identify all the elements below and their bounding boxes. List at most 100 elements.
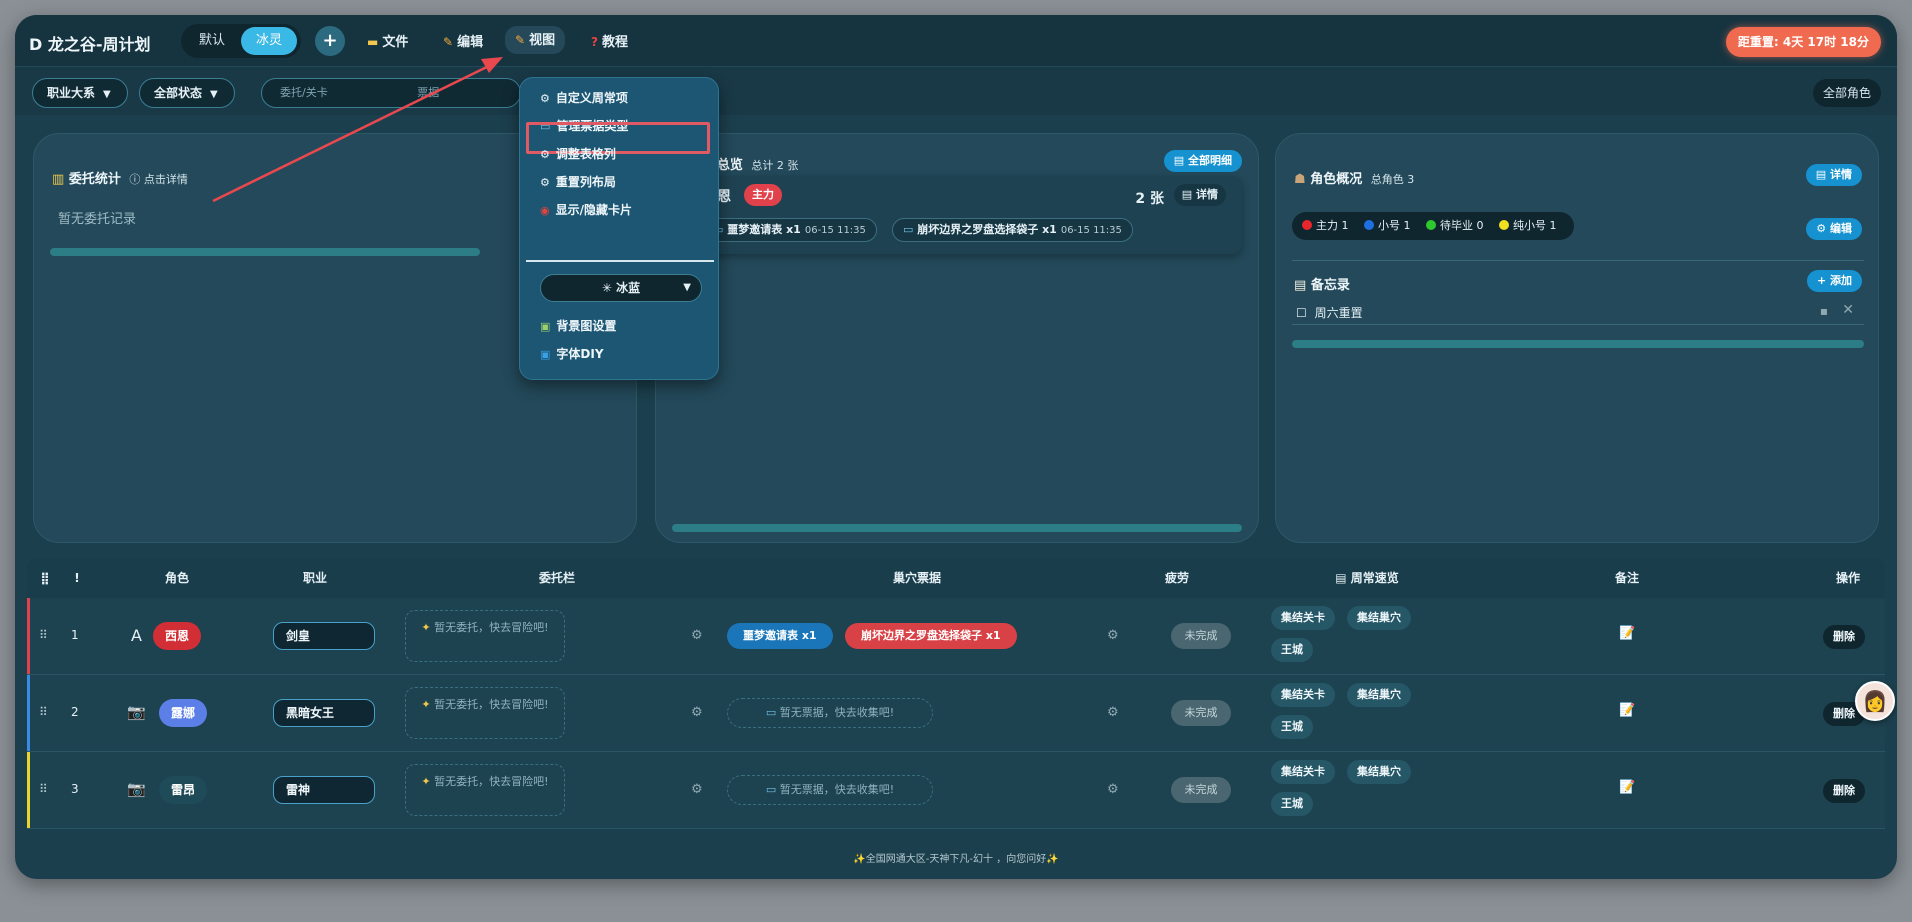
yellow-dot-icon [1499, 220, 1509, 230]
fatigue-status[interactable]: 未完成 [1171, 623, 1231, 649]
theme-select[interactable]: ✳ 冰蓝 ▼ [540, 274, 702, 302]
row-index: 3 [71, 782, 79, 796]
role-name-badge[interactable]: 雷昂 [159, 776, 208, 804]
role-overview-title: ☗ 角色概况 总角色 3 [1294, 172, 1415, 187]
delete-button[interactable]: 删除 [1823, 625, 1865, 649]
weekly-tag[interactable]: 集结关卡 [1271, 760, 1335, 784]
sparkle-icon: ✦ [421, 621, 431, 634]
gear-icon[interactable]: ⚙ [1107, 705, 1119, 720]
sparkle-icon: ✦ [421, 698, 431, 711]
app-title: D 龙之谷-周计划 [29, 35, 151, 54]
menu-tutorial[interactable]: ? 教程 [591, 30, 628, 54]
gear-icon: ⚙ [540, 148, 550, 161]
reset-countdown-badge: 距重置: 4天 17时 18分 [1725, 27, 1881, 57]
ticket-chip: ▭ 噩梦邀请表 x106-15 11:35 [702, 218, 877, 242]
role-avatar-icon: A [131, 626, 142, 645]
role-legend: 主力 1 小号 1 待毕业 0 纯小号 1 [1292, 212, 1574, 240]
legend-pure-alt: 纯小号 1 [1499, 219, 1557, 232]
table-row: ⠿ 3 📷 雷昂 雷神 ✦ 暂无委托，快去冒险吧! ⚙ ▭ 暂无票据，快去收集吧… [27, 752, 1885, 829]
job-field[interactable]: 剑皇 [273, 622, 375, 650]
pencil-icon: ✎ [443, 35, 454, 49]
weekly-tag[interactable]: 集结关卡 [1271, 683, 1335, 707]
ticket-empty-box[interactable]: ▭ 暂无票据，快去收集吧! [727, 775, 933, 805]
memo-note-icon[interactable]: 📝 [1619, 626, 1635, 641]
menu-reset-layout[interactable]: ⚙ 重置列布局 [540, 170, 616, 194]
memo-title: ▤ 备忘录 [1294, 278, 1350, 293]
weekly-tag[interactable]: 集结巢穴 [1347, 683, 1411, 707]
note-icon: ▤ [1335, 571, 1347, 585]
ticket-badge[interactable]: 崩坏边界之罗盘选择袋子 x1 [845, 623, 1017, 649]
weekly-tag[interactable]: 王城 [1271, 715, 1313, 739]
gear-icon[interactable]: ⚙ [1107, 782, 1119, 797]
weekly-tag[interactable]: 王城 [1271, 638, 1313, 662]
add-role-button[interactable]: + [315, 26, 345, 56]
role-color-strip [27, 675, 30, 751]
ticket-badge[interactable]: 噩梦邀请表 x1 [727, 623, 833, 649]
gear-icon[interactable]: ⚙ [691, 782, 703, 797]
ticket-empty-box[interactable]: ▭ 暂无票据，快去收集吧! [727, 698, 933, 728]
memo-note-icon[interactable]: 📝 [1619, 780, 1635, 795]
chart-icon: ▥ [52, 172, 65, 187]
camera-icon: 📷 [127, 780, 146, 798]
ticket-chip-list: ▭ 噩梦邀请表 x106-15 11:35 ▭ 崩坏边界之罗盘选择袋子 x106… [702, 218, 1133, 242]
commission-stats-title: ▥ 委托统计 ⓘ 点击详情 [52, 172, 188, 187]
ticket-detail-button[interactable]: ▤ 详情 [1173, 184, 1226, 206]
commission-empty-box[interactable]: ✦ 暂无委托，快去冒险吧! [405, 687, 565, 739]
all-detail-button[interactable]: ▤ 全部明细 [1163, 150, 1242, 172]
menu-file[interactable]: ▬ 文件 [367, 30, 408, 54]
ticket-count: 2 张 [1135, 191, 1164, 207]
role-edit-button[interactable]: ⚙ 编辑 [1806, 218, 1862, 240]
th-weekly: ▤ 周常速览 [1335, 571, 1399, 585]
menu-background-settings[interactable]: ▣ 背景图设置 [540, 314, 616, 338]
gear-icon[interactable]: ⚙ [691, 705, 703, 720]
menu-toggle-cards[interactable]: ◉ 显示/隐藏卡片 [540, 198, 632, 222]
menu-font-diy[interactable]: ▣ 字体DIY [540, 342, 604, 366]
legend-alt: 小号 1 [1364, 219, 1411, 232]
drag-handle-icon[interactable]: ⠿ [39, 782, 48, 796]
weekly-tag[interactable]: 王城 [1271, 792, 1313, 816]
ticket-icon: ▭ [765, 783, 777, 796]
menu-edit[interactable]: ✎ 编辑 [443, 30, 483, 54]
eye-icon: ◉ [540, 204, 550, 217]
drag-handle-icon[interactable]: ⠿ [39, 628, 48, 642]
menu-custom-weekly[interactable]: ⚙ 自定义周常项 [540, 86, 628, 110]
job-system-select[interactable]: 职业大系 ▼ [32, 78, 128, 108]
table-row: ⠿ 1 A 西恩 剑皇 ✦ 暂无委托，快去冒险吧! ⚙ 噩梦邀请表 x1 崩坏边… [27, 598, 1885, 675]
search-input[interactable]: 委托/关卡 票据 [261, 78, 521, 108]
menu-view[interactable]: ✎ 视图 [505, 26, 566, 54]
th-commission: 委托栏 [538, 571, 575, 585]
memo-add-button[interactable]: + 添加 [1806, 270, 1862, 292]
fatigue-status[interactable]: 未完成 [1171, 777, 1231, 803]
gear-icon[interactable]: ⚙ [691, 628, 703, 643]
trash-icon[interactable]: ▪ [1820, 304, 1828, 318]
memo-note-icon[interactable]: 📝 [1619, 703, 1635, 718]
user-avatar[interactable]: 👩 [1855, 681, 1895, 721]
job-field[interactable]: 雷神 [273, 776, 375, 804]
menu-adjust-columns[interactable]: ⚙ 调整表格列 [540, 142, 616, 166]
theme-ice-button[interactable]: 冰灵 [241, 27, 297, 55]
close-icon[interactable]: ✕ [1842, 302, 1854, 318]
role-table: ⣿ ! 角色 职业 委托栏 巢穴票据 疲劳 ▤ 周常速览 备注 操作 ⠿ 1 A… [27, 558, 1885, 845]
weekly-tag[interactable]: 集结巢穴 [1347, 760, 1411, 784]
all-roles-button[interactable]: 全部角色 [1812, 79, 1881, 107]
status-select[interactable]: 全部状态 ▼ [139, 78, 235, 108]
filter-bar: 职业大系 ▼ 全部状态 ▼ 委托/关卡 票据 全部角色 [15, 67, 1897, 115]
role-name-badge[interactable]: 西恩 [153, 622, 202, 650]
chevron-down-icon: ▼ [103, 89, 111, 100]
weekly-tag[interactable]: 集结巢穴 [1347, 606, 1411, 630]
font-icon: ▣ [540, 348, 551, 361]
memo-checkbox[interactable]: ☐ [1296, 306, 1307, 320]
role-name-badge[interactable]: 露娜 [159, 699, 208, 727]
job-field[interactable]: 黑暗女王 [273, 699, 375, 727]
theme-default-button[interactable]: 默认 [187, 27, 237, 55]
drag-handle-icon[interactable]: ⠿ [39, 705, 48, 719]
table-header: ⣿ ! 角色 职业 委托栏 巢穴票据 疲劳 ▤ 周常速览 备注 操作 [27, 558, 1885, 598]
th-fatigue: 疲劳 [1164, 571, 1189, 585]
fatigue-status[interactable]: 未完成 [1171, 700, 1231, 726]
weekly-tag[interactable]: 集结关卡 [1271, 606, 1335, 630]
delete-button[interactable]: 删除 [1823, 779, 1865, 803]
gear-icon[interactable]: ⚙ [1107, 628, 1119, 643]
commission-empty-box[interactable]: ✦ 暂无委托，快去冒险吧! [405, 764, 565, 816]
commission-empty-box[interactable]: ✦ 暂无委托，快去冒险吧! [405, 610, 565, 662]
role-detail-button[interactable]: ▤ 详情 [1805, 164, 1862, 186]
